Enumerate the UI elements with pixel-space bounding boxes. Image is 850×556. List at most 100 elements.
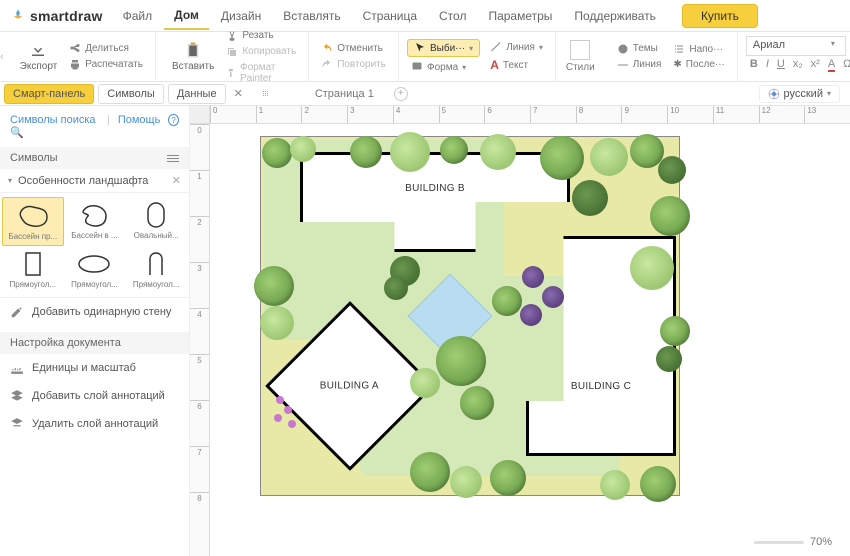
ruler-horizontal: 0 1 2 3 4 5 6 7 8 9 10 11 12 13 [210,106,850,124]
themes-button[interactable]: Темы [613,42,666,56]
italic-button[interactable]: I [766,58,769,72]
font-color-button[interactable]: A [828,58,835,72]
redo-button[interactable]: Повторить [317,58,390,72]
help-icon: ? [168,114,179,126]
symbol-rect-1[interactable]: Прямоугол... [2,246,64,293]
zoom-value: 70% [810,536,832,548]
menu-options[interactable]: Параметры [478,3,562,29]
layer-add-icon [10,389,24,403]
symbol-oval[interactable]: Овальный... [125,197,187,246]
search-symbols-link[interactable]: Символы поиска 🔍 [10,114,99,139]
select-tool-button[interactable]: Выби···▾ [407,39,480,57]
symbol-pool-kidney[interactable]: Бассейн в ... [64,197,126,246]
bold-button[interactable]: B [750,58,758,72]
superscript-button[interactable]: x² [811,58,820,72]
share-icon [69,43,81,55]
buy-button[interactable]: Купить [682,4,758,28]
ribbon: ‹ Экспорт Делиться Распечатать Вставить … [0,32,850,82]
menu-insert[interactable]: Вставлять [273,3,350,29]
text-button[interactable]: AТекст [486,57,547,73]
add-layer-button[interactable]: Добавить слой аннотаций [0,382,189,410]
symbol-grid: Бассейн пр... Бассейн в ... Овальный... … [0,193,189,297]
copy-icon [226,46,238,58]
chevron-down-icon: ▾ [469,44,473,53]
workspace: Символы поиска 🔍 | Помощь ? Символы ▾ Ос… [0,106,850,556]
line-style-icon [617,59,629,71]
star-icon: ✱ [673,59,681,70]
after-button[interactable]: ✱После··· [669,58,729,71]
brand-name: smartdraw [30,8,103,24]
language-select[interactable]: русский ▾ [759,85,841,103]
export-button[interactable]: Экспорт [12,41,66,72]
symbol-rect-2[interactable]: Прямоугол... [64,246,126,293]
format-painter-button[interactable]: Формат Painter [222,61,300,85]
help-link[interactable]: Помощь [118,114,161,139]
close-panel-button[interactable]: ✕ [230,84,247,104]
paste-button[interactable]: Вставить [164,41,222,72]
undo-icon [321,43,333,55]
units-scale-button[interactable]: Единицы и масштаб [0,354,189,382]
page-tab-1[interactable]: Страница 1 [305,85,384,103]
menu-support[interactable]: Поддерживать [564,3,666,29]
tab-data[interactable]: Данные [168,84,226,104]
drawing-canvas[interactable]: BUILDING B BUILDING C BUILDING A [210,124,850,556]
palette-icon [617,43,629,55]
menu-table[interactable]: Стол [429,3,476,29]
line-style-button[interactable]: Линия [613,58,666,72]
menu-file[interactable]: Файл [113,3,163,29]
subscript-button[interactable]: x₂ [793,58,803,72]
group-undo: Отменить Повторить [309,32,399,81]
symbol-button[interactable]: Ω [843,58,850,72]
line-icon [490,41,502,53]
add-page-button[interactable]: + [394,87,408,101]
zoom-control[interactable]: 70% [754,536,832,548]
remove-category-button[interactable]: ✕ [172,174,181,187]
group-export: Экспорт Делиться Распечатать [4,32,156,81]
download-icon [29,41,47,59]
line-button[interactable]: Линия▾ [486,40,547,54]
group-themes: Темы Линия Напо··· ✱После··· [605,32,738,81]
shape-button[interactable]: Форма▾ [407,60,480,74]
collapse-icon: ▾ [8,176,12,185]
layer-remove-icon [10,417,24,431]
menu-icon[interactable] [167,153,179,164]
remove-layer-button[interactable]: Удалить слой аннотаций [0,410,189,438]
cut-button[interactable]: Резать [222,29,300,43]
underline-button[interactable]: U [777,58,785,72]
symbol-rect-3[interactable]: Прямоугол... [125,246,187,293]
copy-button[interactable]: Копировать [222,45,300,59]
shape-icon [411,61,423,73]
pencil-icon [10,305,24,319]
add-wall-button[interactable]: Добавить одинарную стену [0,298,189,326]
doc-settings-header: Настройка документа [0,332,189,354]
symbol-category[interactable]: ▾ Особенности ландшафта ✕ [0,169,189,193]
brush-icon [226,67,236,79]
symbol-pool-freeform[interactable]: Бассейн пр... [2,197,64,246]
numbering-button[interactable]: Напо··· [669,42,729,56]
menu-page[interactable]: Страница [353,3,427,29]
share-button[interactable]: Делиться [65,42,147,56]
list-icon [673,43,685,55]
style-preview[interactable] [570,40,590,60]
menubar: smartdraw Файл Дом Дизайн Вставлять Стра… [0,0,850,32]
redo-icon [321,59,333,71]
group-clipboard: Вставить Резать Копировать Формат Painte… [156,32,309,81]
cursor-icon [414,42,426,54]
print-icon [69,59,81,71]
symbols-section-header: Символы [0,147,189,169]
undo-button[interactable]: Отменить [317,42,390,56]
font-name-select[interactable]: Ариал ▾ [746,36,846,56]
ruler-vertical: 0 1 2 3 4 5 6 7 8 [190,124,210,556]
group-styles: Стили [556,32,605,81]
sidebar: Символы поиска 🔍 | Помощь ? Символы ▾ Ос… [0,106,190,556]
panel-grip[interactable] [261,85,271,103]
tab-symbols[interactable]: Символы [98,84,164,104]
menu-design[interactable]: Дизайн [211,3,271,29]
text-icon: A [490,58,499,72]
menu-home[interactable]: Дом [164,2,209,30]
tab-smartpanel[interactable]: Смарт-панель [4,84,94,104]
search-icon: 🔍 [10,127,24,139]
site-plan: BUILDING B BUILDING C BUILDING A [260,136,680,496]
print-button[interactable]: Распечатать [65,58,147,72]
zoom-slider[interactable] [754,541,804,544]
